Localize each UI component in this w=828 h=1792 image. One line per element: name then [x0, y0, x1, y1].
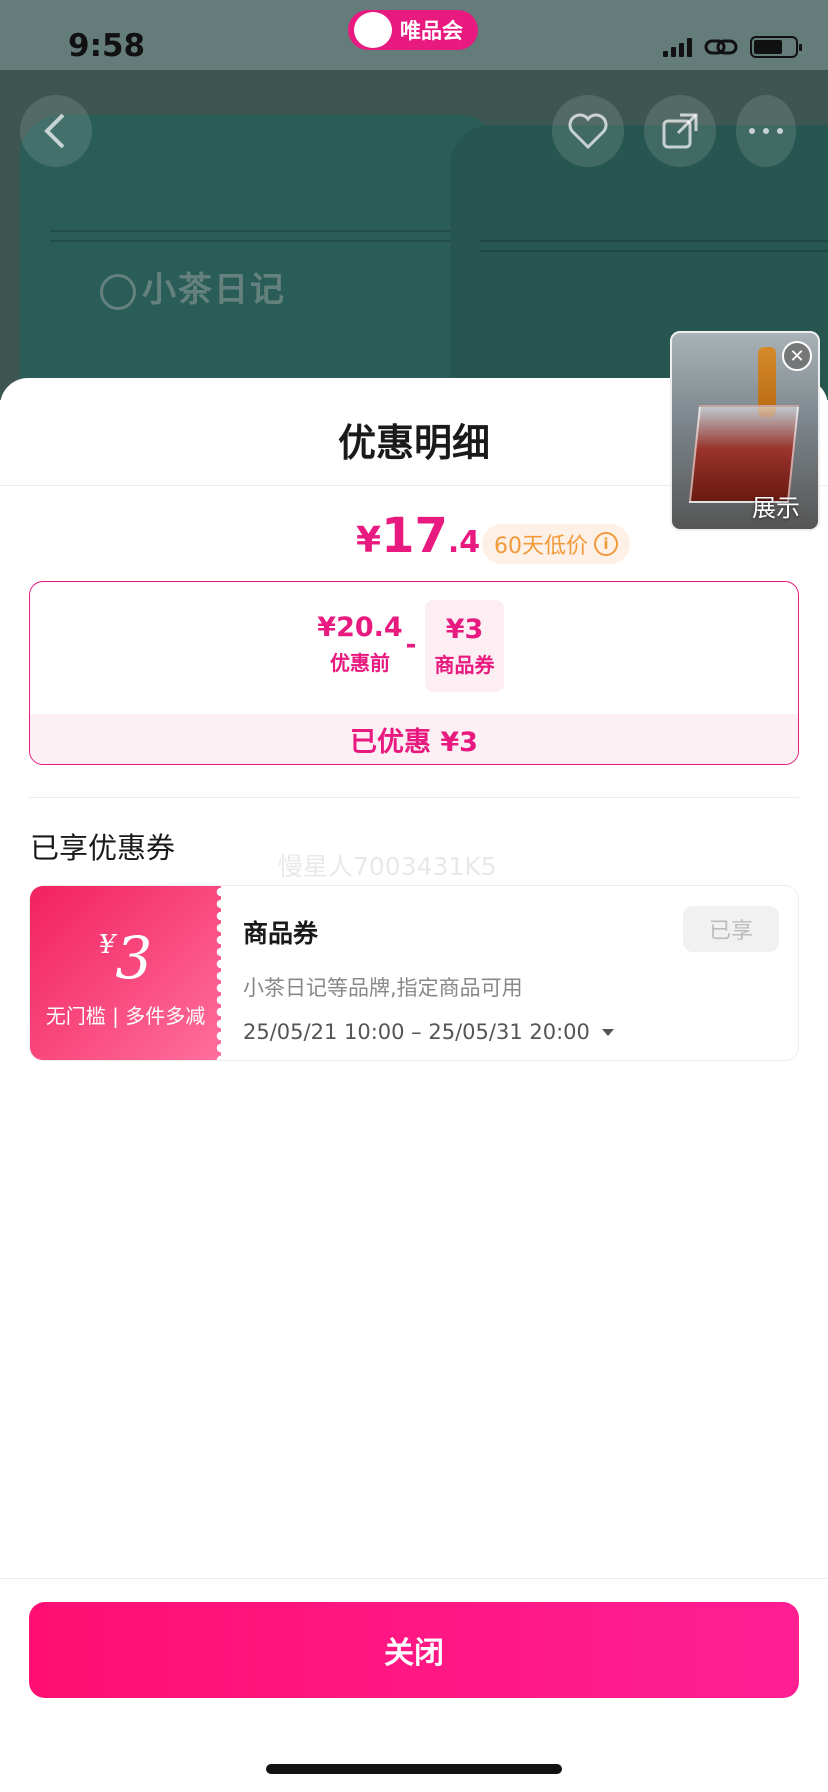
coupon-validity[interactable]: 25/05/21 10:00 – 25/05/31 20:00: [243, 1020, 614, 1044]
signal-icon: [663, 37, 692, 57]
share-icon[interactable]: [644, 95, 716, 167]
floating-video-window[interactable]: ✕ 展示: [670, 331, 820, 531]
home-indicator: [266, 1764, 562, 1774]
final-price: ¥17.4: [356, 508, 481, 564]
close-icon[interactable]: ✕: [782, 341, 812, 371]
coupon-amount: ¥3: [98, 924, 153, 992]
coupon-condition: 无门槛 | 多件多减: [45, 1004, 206, 1028]
coupon-validity-text: 25/05/21 10:00 – 25/05/31 20:00: [243, 1020, 590, 1044]
user-watermark: 慢星人7003431K5: [278, 852, 497, 881]
total-saved: 已优惠 ¥3: [30, 714, 798, 764]
close-button[interactable]: 关闭: [29, 1602, 799, 1698]
coupon-description: 小茶日记等品牌,指定商品可用: [243, 976, 523, 1000]
coupon-status-tag: 已享: [683, 906, 779, 952]
discount-detail-sheet: 优惠明细 ¥17.4 60天低价 i ¥20.4 优惠前 - ¥3 商品券 已优…: [0, 378, 828, 1792]
mascot-icon: [354, 12, 392, 48]
status-time: 9:58: [68, 28, 146, 64]
battery-icon: [750, 36, 802, 58]
info-icon[interactable]: i: [594, 532, 618, 556]
link-icon: [704, 39, 738, 55]
back-icon[interactable]: [20, 95, 92, 167]
more-icon[interactable]: [736, 95, 796, 167]
app-badge-label: 唯品会: [400, 19, 463, 43]
floating-video-label: 展示: [752, 494, 800, 522]
divider: [29, 797, 799, 798]
status-bar: 9:58 唯品会: [0, 0, 828, 70]
caret-down-icon[interactable]: [601, 1028, 614, 1036]
coupon-value-panel: ¥3 无门槛 | 多件多减: [30, 886, 226, 1060]
coupon-deduction: ¥3 商品券: [425, 600, 504, 692]
coupon-name: 商品券: [243, 919, 319, 948]
price-calculation-box: ¥20.4 优惠前 - ¥3 商品券 已优惠 ¥3: [29, 581, 799, 765]
divider: [0, 1578, 828, 1579]
coupon-card[interactable]: ¥3 无门槛 | 多件多减 商品券 已享 小茶日记等品牌,指定商品可用 25/0…: [29, 885, 799, 1061]
favorite-add-icon[interactable]: [552, 95, 624, 167]
low-price-badge-label: 60天低价: [494, 534, 588, 559]
section-title: 已享优惠券: [30, 831, 176, 865]
low-price-badge[interactable]: 60天低价 i: [482, 524, 630, 564]
app-badge[interactable]: 唯品会: [348, 10, 478, 50]
